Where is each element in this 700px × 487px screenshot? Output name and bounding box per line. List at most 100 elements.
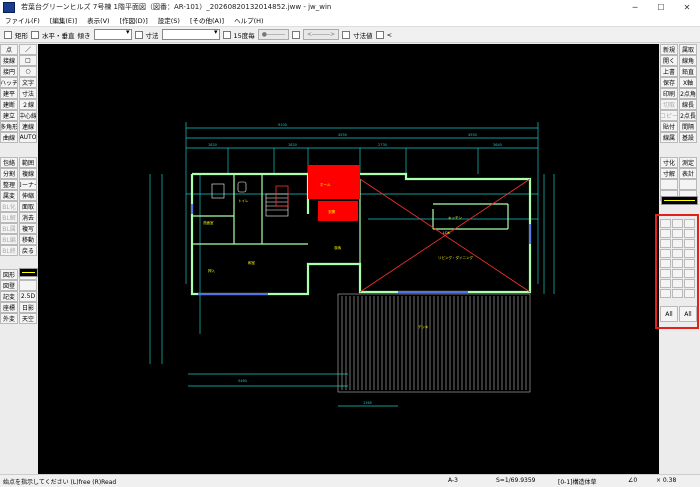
layer-color-indicator[interactable] bbox=[661, 196, 698, 205]
left-tool-16-1[interactable]: 移動 bbox=[19, 234, 37, 245]
left-tool-15-0[interactable]: BL属 bbox=[0, 223, 18, 234]
lt-checkbox[interactable] bbox=[375, 30, 384, 39]
left-tool-12-1[interactable]: 伸縮 bbox=[19, 190, 37, 201]
left-tool-15-1[interactable]: 複写 bbox=[19, 223, 37, 234]
right-tool-6-0[interactable]: コピー bbox=[660, 110, 678, 121]
ratio-checkbox[interactable] bbox=[222, 30, 231, 39]
menu-view[interactable]: 表示(V) bbox=[82, 15, 115, 25]
dim-combo[interactable] bbox=[161, 28, 220, 40]
right-tool-0-1[interactable]: 属取 bbox=[679, 44, 697, 55]
left-tool-17-1[interactable]: 戻る bbox=[19, 245, 37, 256]
left-tool-2-1[interactable]: ○ bbox=[19, 66, 37, 77]
status-paper[interactable]: A-3 bbox=[448, 477, 458, 484]
status-scale[interactable]: S=1/69.9359 bbox=[496, 477, 536, 484]
line-start-button[interactable]: ●――― bbox=[257, 29, 290, 40]
right-tool-5-0[interactable]: 切取 bbox=[660, 99, 678, 110]
left-tool-8-0[interactable]: 曲線 bbox=[0, 132, 18, 143]
tilt-combo[interactable] bbox=[93, 28, 132, 40]
left-tool-14-0[interactable]: BL解 bbox=[0, 212, 18, 223]
menu-edit[interactable]: [編集(E)] bbox=[45, 15, 82, 25]
right-tool-10-0[interactable]: 寸解 bbox=[660, 168, 678, 179]
right-tool-1-0[interactable]: 開く bbox=[660, 55, 678, 66]
left-tool-14-1[interactable]: 消去 bbox=[19, 212, 37, 223]
status-angle[interactable]: ∠0 bbox=[628, 477, 637, 484]
status-layer[interactable]: [0-1]構造体草 bbox=[558, 477, 596, 486]
left-tool-2-0[interactable]: 接円 bbox=[0, 66, 18, 77]
menu-other[interactable]: [その他(A)] bbox=[185, 15, 229, 25]
left-tool-11-1[interactable]: コーナー bbox=[19, 179, 37, 190]
right-tool-8-0[interactable]: 線属 bbox=[660, 132, 678, 143]
left-tool-20-0[interactable]: 記変 bbox=[0, 291, 18, 302]
status-zoom[interactable]: × 0.38 bbox=[656, 477, 676, 484]
menu-file[interactable]: ファイル(F) bbox=[0, 15, 45, 25]
arrow-button[interactable]: <―――> bbox=[303, 29, 340, 40]
right-tool-10-1[interactable]: 表計 bbox=[679, 168, 697, 179]
left-tool-1-1[interactable]: □ bbox=[19, 55, 37, 66]
left-tool-3-0[interactable]: ハッチ bbox=[0, 77, 18, 88]
left-tool-5-0[interactable]: 建断 bbox=[0, 99, 18, 110]
line-color-indicator[interactable] bbox=[19, 268, 38, 277]
left-tool-20-1[interactable]: 2.5D bbox=[19, 291, 37, 302]
hv-checkbox[interactable] bbox=[31, 30, 39, 39]
left-tool-6-1[interactable]: 中心線 bbox=[19, 110, 37, 121]
left-tool-6-0[interactable]: 建立 bbox=[0, 110, 18, 121]
left-tool-5-1[interactable]: ２線 bbox=[19, 99, 37, 110]
left-tool-22-1[interactable]: 天空 bbox=[19, 313, 37, 324]
left-tool-4-0[interactable]: 建平 bbox=[0, 88, 18, 99]
left-tool-19-0[interactable]: 図登 bbox=[0, 280, 18, 291]
hv-label: 水平・垂直 bbox=[42, 31, 75, 40]
left-tool-8-1[interactable]: AUTO bbox=[19, 132, 37, 143]
arrow-checkbox[interactable] bbox=[292, 30, 301, 39]
right-tool-7-1[interactable]: 間隔 bbox=[679, 121, 697, 132]
left-tool-19-1[interactable] bbox=[19, 280, 37, 291]
right-tool-8-1[interactable]: 基設 bbox=[679, 132, 697, 143]
menu-help[interactable]: ヘルプ(H) bbox=[229, 15, 268, 25]
close-button[interactable]: ✕ bbox=[674, 0, 700, 14]
menu-draw[interactable]: [作図(D)] bbox=[115, 15, 153, 25]
right-tool-1-1[interactable]: 線角 bbox=[679, 55, 697, 66]
left-tool-21-0[interactable]: 座標 bbox=[0, 302, 18, 313]
minimize-button[interactable]: ─ bbox=[622, 0, 648, 14]
right-tool-11-0[interactable] bbox=[660, 179, 678, 190]
right-tool-6-1[interactable]: 2点長 bbox=[679, 110, 697, 121]
right-tool-5-1[interactable]: 線長 bbox=[679, 99, 697, 110]
left-tool-10-1[interactable]: 複線 bbox=[19, 168, 37, 179]
left-tool-17-0[interactable]: BL終 bbox=[0, 245, 18, 256]
right-tool-9-0[interactable]: 寸化 bbox=[660, 157, 678, 168]
dim-checkbox[interactable] bbox=[134, 30, 143, 39]
rect-checkbox[interactable] bbox=[4, 30, 12, 39]
left-tool-0-0[interactable]: 点 bbox=[0, 44, 18, 55]
right-tool-0-0[interactable]: 新規 bbox=[660, 44, 678, 55]
right-tool-4-1[interactable]: 2点角 bbox=[679, 88, 697, 99]
drawing-canvas[interactable]: 9100 4550 4550 1820 1820 2730 3640 5460 1365 ホ… bbox=[38, 44, 659, 474]
right-tool-3-0[interactable]: 保存 bbox=[660, 77, 678, 88]
left-tool-9-0[interactable]: 包絡 bbox=[0, 157, 18, 168]
left-tool-16-0[interactable]: BL編 bbox=[0, 234, 18, 245]
dimval-checkbox[interactable] bbox=[342, 30, 351, 39]
right-tool-2-1[interactable]: 鉛直 bbox=[679, 66, 697, 77]
right-tool-3-1[interactable]: X軸 bbox=[679, 77, 697, 88]
room-cl2-label: 収納 bbox=[334, 245, 342, 250]
left-tool-13-0[interactable]: BL化 bbox=[0, 201, 18, 212]
left-tool-22-0[interactable]: 外変 bbox=[0, 313, 18, 324]
left-tool-4-1[interactable]: 寸法 bbox=[19, 88, 37, 99]
right-tool-9-1[interactable]: 測定 bbox=[679, 157, 697, 168]
menu-settings[interactable]: 設定(S) bbox=[153, 15, 185, 25]
left-tool-7-1[interactable]: 連線 bbox=[19, 121, 37, 132]
left-tool-7-0[interactable]: 多角形 bbox=[0, 121, 18, 132]
right-tool-11-1[interactable] bbox=[679, 179, 697, 190]
right-tool-2-0[interactable]: 上書 bbox=[660, 66, 678, 77]
maximize-button[interactable]: ☐ bbox=[648, 0, 674, 14]
left-tool-11-0[interactable]: 整理 bbox=[0, 179, 18, 190]
left-tool-0-1[interactable]: ／ bbox=[19, 44, 37, 55]
left-tool-3-1[interactable]: 文字 bbox=[19, 77, 37, 88]
left-tool-9-1[interactable]: 範囲 bbox=[19, 157, 37, 168]
right-tool-4-0[interactable]: 印刷 bbox=[660, 88, 678, 99]
left-tool-10-0[interactable]: 分割 bbox=[0, 168, 18, 179]
left-tool-13-1[interactable]: 面取 bbox=[19, 201, 37, 212]
left-tool-18-0[interactable]: 図形 bbox=[0, 269, 18, 280]
left-tool-21-1[interactable]: 日影 bbox=[19, 302, 37, 313]
right-tool-7-0[interactable]: 貼付 bbox=[660, 121, 678, 132]
left-tool-12-0[interactable]: 属変 bbox=[0, 190, 18, 201]
left-tool-1-0[interactable]: 接線 bbox=[0, 55, 18, 66]
